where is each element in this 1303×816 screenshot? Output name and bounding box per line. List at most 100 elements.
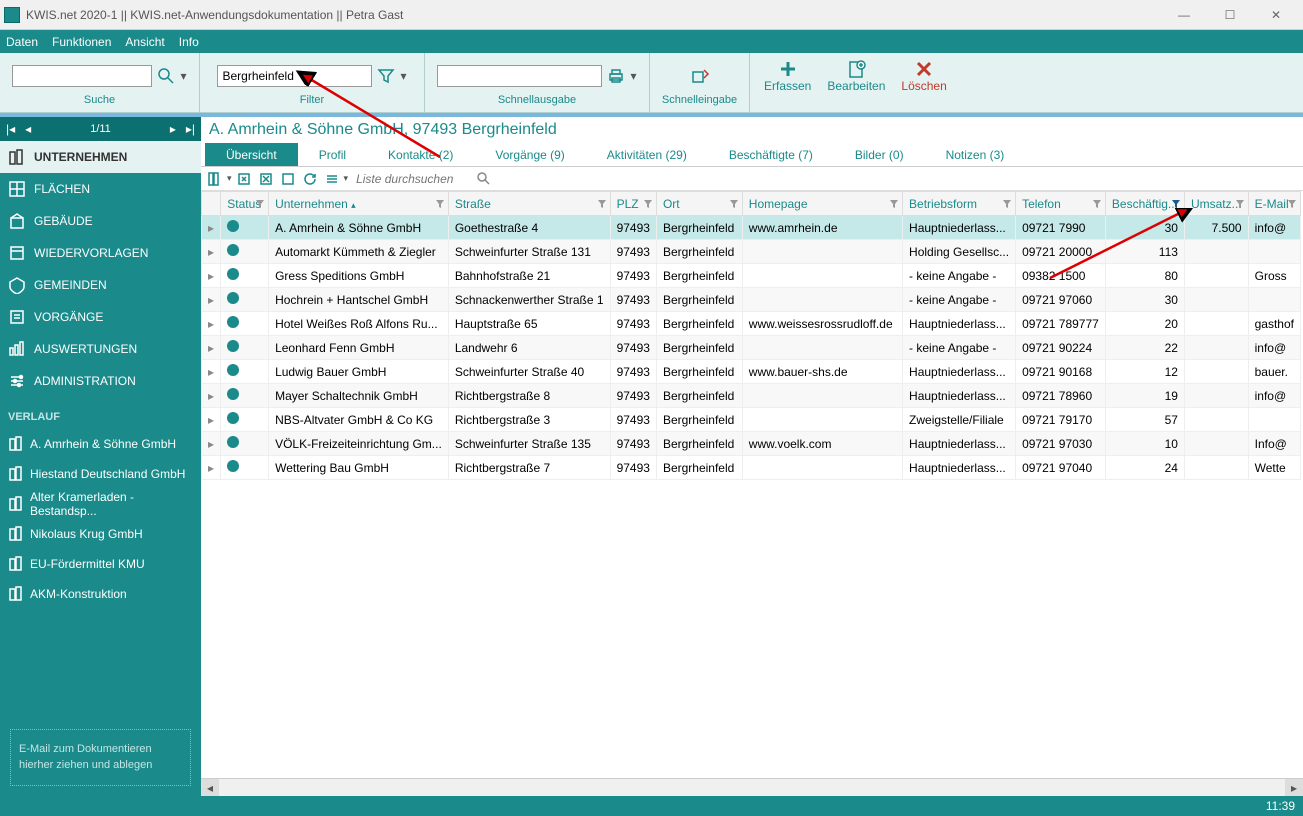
filter-icon[interactable] (729, 199, 739, 209)
filter-icon[interactable] (643, 199, 653, 209)
filter-icon[interactable] (376, 66, 396, 86)
tab-bilder[interactable]: Bilder (0) (834, 143, 925, 166)
table-row[interactable]: ▸Automarkt Kümmeth & ZieglerSchweinfurte… (202, 240, 1301, 264)
delete-button[interactable]: Löschen (893, 57, 954, 95)
row-expander[interactable]: ▸ (202, 432, 221, 456)
column-header[interactable]: Straße (448, 192, 610, 216)
print-icon[interactable] (606, 66, 626, 86)
table-row[interactable]: ▸VÖLK-Freizeiteinrichtung Gm...Schweinfu… (202, 432, 1301, 456)
tab-profil[interactable]: Profil (298, 143, 367, 166)
sidebar-item-gebäude[interactable]: GEBÄUDE (0, 205, 201, 237)
list-search-input[interactable] (354, 170, 474, 188)
sidebar-item-flächen[interactable]: FLÄCHEN (0, 173, 201, 205)
sidebar-item-unternehmen[interactable]: UNTERNEHMEN (0, 141, 201, 173)
toolbar-excel-icon[interactable] (256, 169, 276, 189)
history-item[interactable]: EU-Fördermittel KMU (0, 549, 201, 579)
scroll-left[interactable]: ◂ (201, 779, 219, 796)
toolbar-export-icon[interactable] (234, 169, 254, 189)
history-item[interactable]: Hiestand Deutschland GmbH (0, 459, 201, 489)
menu-funktionen[interactable]: Funktionen (52, 35, 111, 49)
column-header[interactable]: Status (221, 192, 269, 216)
filter-icon[interactable] (889, 199, 899, 209)
pager-first[interactable]: |◂ (4, 122, 17, 136)
close-button[interactable]: ✕ (1253, 1, 1299, 29)
menu-daten[interactable]: Daten (6, 35, 38, 49)
edit-button[interactable]: Bearbeiten (819, 57, 893, 95)
filter-dropdown[interactable]: ▾ (400, 69, 406, 83)
sidebar-item-auswertungen[interactable]: AUSWERTUNGEN (0, 333, 201, 365)
history-item[interactable]: A. Amrhein & Söhne GmbH (0, 429, 201, 459)
scroll-right[interactable]: ▸ (1285, 779, 1303, 796)
column-header[interactable]: Ort (656, 192, 742, 216)
column-header[interactable]: PLZ (610, 192, 656, 216)
table-row[interactable]: ▸Leonhard Fenn GmbHLandwehr 697493Bergrh… (202, 336, 1301, 360)
toolbar-fullscreen-icon[interactable] (278, 169, 298, 189)
history-item[interactable]: AKM-Konstruktion (0, 579, 201, 609)
pager-last[interactable]: ▸| (184, 122, 197, 136)
menu-info[interactable]: Info (179, 35, 199, 49)
tab-beschftigte[interactable]: Beschäftigte (7) (708, 143, 834, 166)
pager-prev[interactable]: ◂ (23, 122, 33, 136)
create-button[interactable]: Erfassen (756, 57, 819, 95)
search-input[interactable] (12, 65, 152, 87)
tab-vorgnge[interactable]: Vorgänge (9) (474, 143, 585, 166)
row-expander[interactable]: ▸ (202, 360, 221, 384)
search-dropdown[interactable]: ▾ (180, 69, 186, 83)
pager-next[interactable]: ▸ (168, 122, 178, 136)
row-expander[interactable]: ▸ (202, 408, 221, 432)
column-header[interactable]: Homepage (742, 192, 902, 216)
row-expander[interactable]: ▸ (202, 264, 221, 288)
menu-ansicht[interactable]: Ansicht (125, 35, 164, 49)
history-item[interactable]: Alter Kramerladen - Bestandsp... (0, 489, 201, 519)
tab-aktivitten[interactable]: Aktivitäten (29) (586, 143, 708, 166)
column-header[interactable]: Umsatz... (1184, 192, 1248, 216)
column-header[interactable]: Unternehmen ▴ (269, 192, 449, 216)
column-header[interactable]: Betriebsform (903, 192, 1016, 216)
search-icon[interactable] (156, 66, 176, 86)
table-row[interactable]: ▸Gress Speditions GmbHBahnhofstraße 2197… (202, 264, 1301, 288)
email-dropzone[interactable]: E-Mail zum Dokumentieren hierher ziehen … (10, 729, 191, 786)
sidebar-item-vorgänge[interactable]: VORGÄNGE (0, 301, 201, 333)
table-row[interactable]: ▸Hochrein + Hantschel GmbHSchnackenwerth… (202, 288, 1301, 312)
filter-icon[interactable] (255, 199, 265, 209)
filter-icon[interactable] (1287, 199, 1297, 209)
filter-icon[interactable] (435, 199, 445, 209)
minimize-button[interactable]: — (1161, 1, 1207, 29)
table-row[interactable]: ▸Hotel Weißes Roß Alfons Ru...Hauptstraß… (202, 312, 1301, 336)
quick-input-button[interactable] (682, 64, 718, 88)
filter-icon[interactable] (1002, 199, 1012, 209)
maximize-button[interactable]: ☐ (1207, 1, 1253, 29)
history-item[interactable]: Nikolaus Krug GmbH (0, 519, 201, 549)
row-expander[interactable]: ▸ (202, 288, 221, 312)
tab-bersicht[interactable]: Übersicht (205, 143, 298, 166)
row-expander[interactable]: ▸ (202, 336, 221, 360)
row-expander[interactable]: ▸ (202, 312, 221, 336)
column-header[interactable]: Telefon (1016, 192, 1106, 216)
table-row[interactable]: ▸Wettering Bau GmbHRichtbergstraße 79749… (202, 456, 1301, 480)
toolbar-menu-icon[interactable] (322, 169, 342, 189)
tab-kontakte[interactable]: Kontakte (2) (367, 143, 474, 166)
row-expander[interactable]: ▸ (202, 216, 221, 240)
list-search-icon[interactable] (476, 171, 492, 187)
tab-notizen[interactable]: Notizen (3) (925, 143, 1026, 166)
table-row[interactable]: ▸A. Amrhein & Söhne GmbHGoethestraße 497… (202, 216, 1301, 240)
print-dropdown[interactable]: ▾ (630, 69, 636, 83)
table-row[interactable]: ▸Ludwig Bauer GmbHSchweinfurter Straße 4… (202, 360, 1301, 384)
filter-icon[interactable] (1092, 199, 1102, 209)
row-expander[interactable]: ▸ (202, 384, 221, 408)
table-row[interactable]: ▸Mayer Schaltechnik GmbHRichtbergstraße … (202, 384, 1301, 408)
quick-output-input[interactable] (437, 65, 602, 87)
toolbar-columns-icon[interactable] (205, 169, 225, 189)
sidebar-item-wiedervorlagen[interactable]: WIEDERVORLAGEN (0, 237, 201, 269)
column-header[interactable]: E-Mail (1248, 192, 1300, 216)
filter-icon[interactable] (597, 199, 607, 209)
toolbar-refresh-icon[interactable] (300, 169, 320, 189)
grid-container[interactable]: StatusUnternehmen ▴StraßePLZOrtHomepageB… (201, 191, 1303, 778)
row-expander[interactable]: ▸ (202, 240, 221, 264)
column-header[interactable]: Beschäftig... (1105, 192, 1184, 216)
sidebar-item-gemeinden[interactable]: GEMEINDEN (0, 269, 201, 301)
horizontal-scrollbar[interactable]: ◂ ▸ (201, 778, 1303, 796)
filter-icon[interactable] (1235, 199, 1245, 209)
table-row[interactable]: ▸NBS-Altvater GmbH & Co KGRichtbergstraß… (202, 408, 1301, 432)
row-expander[interactable]: ▸ (202, 456, 221, 480)
